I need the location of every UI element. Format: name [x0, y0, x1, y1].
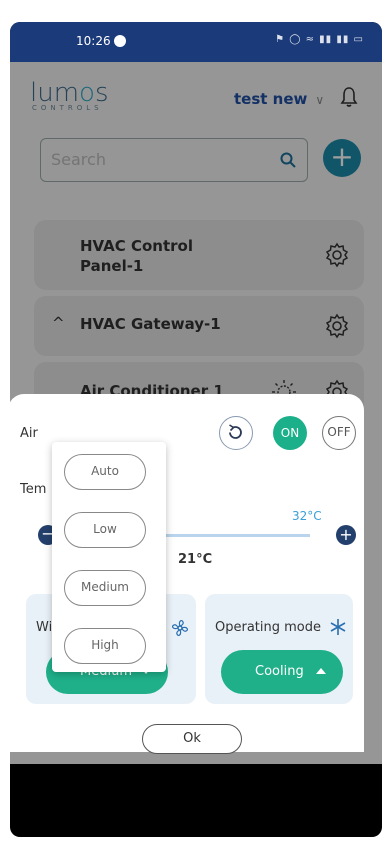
- refresh-icon: [229, 424, 242, 439]
- fan-speed-label: Wi: [36, 620, 53, 635]
- status-icons: ⚑ ◯ ≈ ▮▮ ▮▮ ▭: [275, 34, 364, 45]
- current-temp-label: 21°C: [178, 552, 213, 567]
- power-off-button[interactable]: OFF: [322, 416, 356, 450]
- operating-mode-value: Cooling: [255, 664, 304, 679]
- ac-label: Air: [20, 426, 38, 441]
- fan-option-low[interactable]: Low: [64, 512, 146, 548]
- max-temp-label: 32°C: [292, 509, 322, 523]
- status-time: 10:26: [76, 34, 111, 48]
- fan-option-auto[interactable]: Auto: [64, 454, 146, 490]
- status-bar: 10:26 ⚑ ◯ ≈ ▮▮ ▮▮ ▭: [10, 22, 382, 62]
- increase-temp-button[interactable]: +: [336, 525, 356, 545]
- fan-speed-dropdown: Auto Low Medium High: [52, 442, 166, 672]
- notification-icon: [114, 35, 126, 47]
- fan-option-high[interactable]: High: [64, 628, 146, 664]
- operating-mode-label: Operating mode: [215, 620, 321, 635]
- caret-up-icon: [316, 668, 326, 674]
- operating-mode-select[interactable]: Cooling: [221, 650, 343, 694]
- fan-option-medium[interactable]: Medium: [64, 570, 146, 606]
- fan-icon: [172, 620, 188, 636]
- snowflake-icon: [330, 619, 346, 635]
- temperature-label: Tem: [20, 482, 47, 497]
- operating-mode-panel: Operating mode Cooling: [205, 594, 353, 704]
- reset-button[interactable]: [219, 416, 253, 450]
- power-on-button[interactable]: ON: [273, 416, 307, 450]
- ok-button[interactable]: Ok: [142, 724, 242, 754]
